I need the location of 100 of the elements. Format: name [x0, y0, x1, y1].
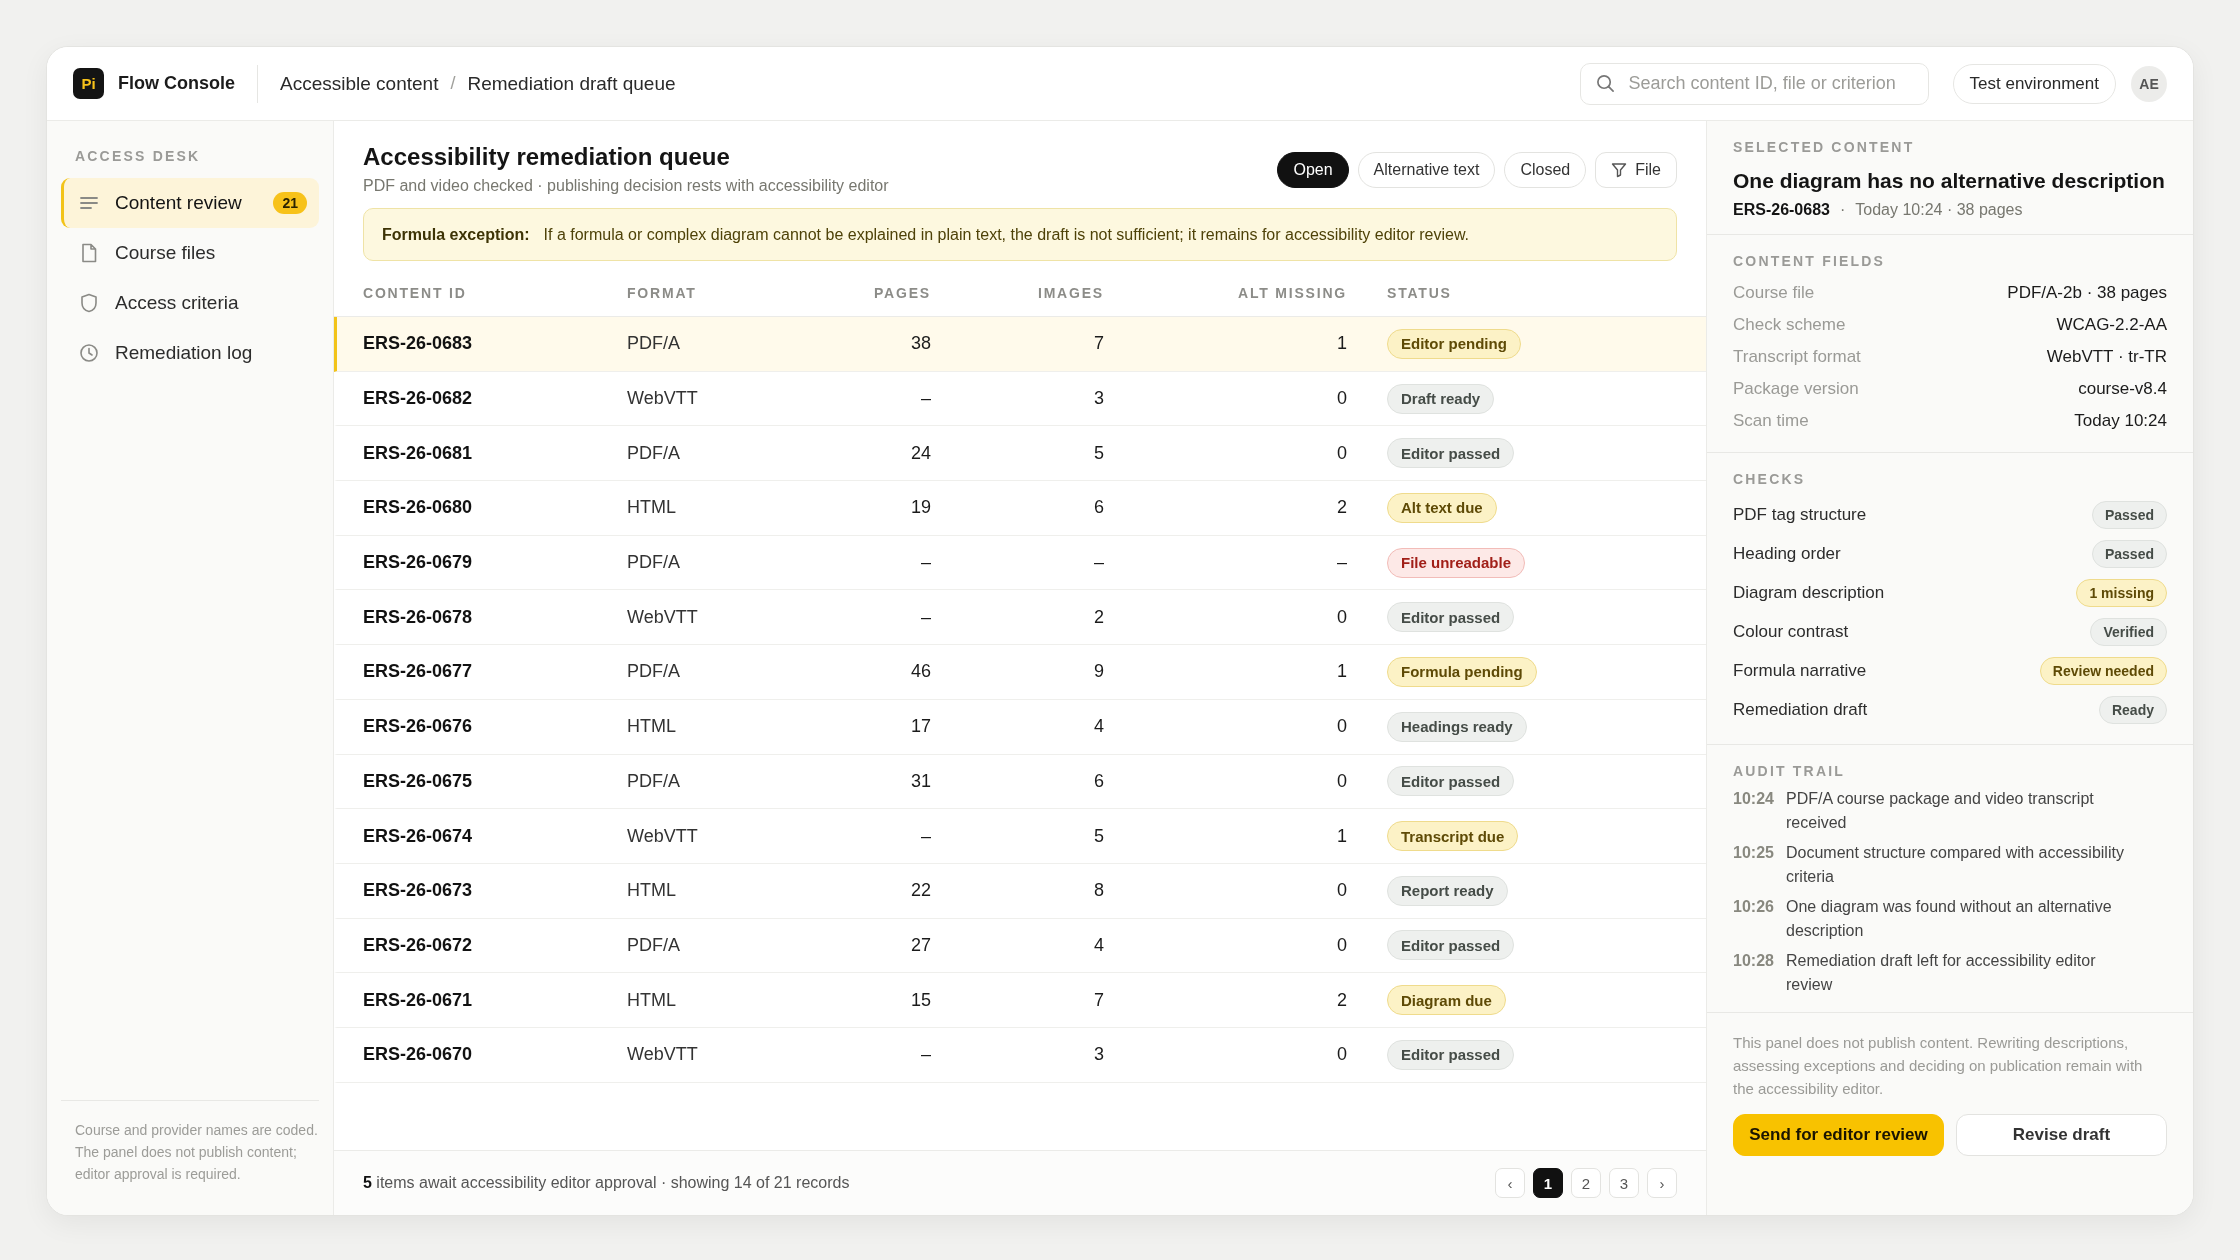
table-row[interactable]: ERS-26-0675 PDF/A 31 6 0 Editor passed	[334, 754, 1706, 810]
content-id: ERS-26-0676	[363, 716, 474, 738]
environment-button[interactable]: Test environment	[1952, 63, 2116, 104]
check-label: Heading order	[1733, 543, 1841, 564]
content-id: ERS-26-0675	[363, 770, 474, 792]
breadcrumb-item[interactable]: Accessible content	[280, 72, 439, 95]
alt-missing-cell-text: –	[1336, 552, 1347, 574]
status-badge: Verified	[2090, 617, 2167, 646]
format-cell-text: PDF/A	[627, 661, 681, 683]
field-value: course-v8.4	[2078, 379, 2167, 399]
table-row[interactable]: ERS-26-0672 PDF/A 27 4 0 Editor passed	[334, 918, 1706, 974]
format-cell-text: HTML	[627, 880, 677, 902]
audit-time: 10:25	[1733, 843, 1775, 863]
search-field[interactable]: Search content ID, file or criterion	[1579, 62, 1929, 105]
status-badge: Editor passed	[1387, 602, 1515, 633]
table-row[interactable]: ERS-26-0674 WebVTT – 5 1 Transcript due	[334, 809, 1706, 864]
audit-entry: PDF/A course package and video transcript received	[1786, 789, 2095, 833]
format-cell-text: PDF/A	[627, 552, 681, 574]
sidebar-item[interactable]: Content review 21	[61, 178, 319, 228]
alt-missing-cell-text: 0	[1336, 388, 1347, 410]
filter-tab[interactable]: Alternative text	[1357, 152, 1496, 188]
page-button[interactable]: 2	[1571, 1168, 1601, 1198]
pages-cell-text: –	[920, 606, 931, 628]
images-cell-text: 8	[1093, 880, 1104, 902]
field-label: Check scheme	[1733, 315, 1846, 335]
status-badge: Transcript due	[1387, 821, 1519, 852]
status-badge: Draft ready	[1387, 383, 1495, 414]
filter-tab[interactable]: Open	[1277, 152, 1349, 188]
pages-cell-text: –	[920, 1044, 931, 1066]
format-cell-text: PDF/A	[627, 770, 681, 792]
clock-icon	[78, 342, 100, 364]
pages-cell-text: 17	[909, 716, 931, 738]
alt-missing-cell-text: 0	[1336, 716, 1347, 738]
status-badge: Formula pending	[1387, 656, 1537, 687]
format-cell-text: HTML	[627, 497, 677, 519]
table-row[interactable]: ERS-26-0677 PDF/A 46 9 1 Formula pending	[334, 645, 1706, 700]
previous-page-button[interactable]: ‹	[1495, 1168, 1525, 1198]
content-id: ERS-26-0682	[363, 388, 474, 410]
audit-time: 10:24	[1733, 789, 1775, 809]
sidebar-item[interactable]: Remediation log	[61, 328, 319, 378]
table-row[interactable]: ERS-26-0680 HTML 19 6 2 Alt text due	[334, 481, 1706, 536]
alt-missing-cell-text: 0	[1336, 442, 1347, 464]
notice-text: If a formula or complex diagram cannot be explained in plain text, the draft is not sufficient; it remains for accessibility editor review.	[543, 225, 1470, 244]
content-id: ERS-26-0678	[363, 606, 474, 628]
images-cell-text: –	[1093, 552, 1104, 574]
check-label: PDF tag structure	[1733, 504, 1867, 525]
content-id: ERS-26-0671	[363, 989, 474, 1011]
table-row[interactable]: ERS-26-0683 PDF/A 38 7 1 Editor pending	[334, 317, 1706, 372]
detail-meta: Today 10:24 · 38 pages	[1855, 201, 2023, 219]
check-label: Remediation draft	[1733, 699, 1868, 720]
table-row[interactable]: ERS-26-0676 HTML 17 4 0 Headings ready	[334, 699, 1706, 755]
filter-button[interactable]: File	[1595, 152, 1677, 188]
filter-tab[interactable]: Closed	[1504, 152, 1587, 188]
field-value: Today 10:24	[2074, 411, 2167, 431]
column-header: ALT MISSING	[1237, 284, 1347, 301]
audit-time: 10:28	[1733, 951, 1775, 971]
page-title: Accessibility remediation queue	[363, 142, 731, 172]
action-button[interactable]: Revise draft	[1956, 1114, 2167, 1156]
next-page-button[interactable]: ›	[1647, 1168, 1677, 1198]
page-button[interactable]: 1	[1533, 1168, 1563, 1198]
table-row[interactable]: ERS-26-0678 WebVTT – 2 0 Editor passed	[334, 590, 1706, 646]
user-avatar[interactable]: AE	[2131, 65, 2167, 102]
format-cell-text: WebVTT	[627, 825, 699, 847]
audit-time: 10:26	[1733, 897, 1775, 917]
alt-missing-cell-text: 0	[1336, 770, 1347, 792]
sidebar-note: Course and provider names are coded. The panel does not publish content; editor approval is required.	[61, 1100, 319, 1215]
page-button[interactable]: 3	[1609, 1168, 1639, 1198]
table-row[interactable]: ERS-26-0679 PDF/A – – – File unreadable	[334, 535, 1706, 591]
status-badge: Diagram due	[1387, 985, 1506, 1016]
table-row[interactable]: ERS-26-0670 WebVTT – 3 0 Editor passed	[334, 1027, 1706, 1083]
table-row[interactable]: ERS-26-0673 HTML 22 8 0 Report ready	[334, 863, 1706, 919]
pages-cell-text: 31	[909, 770, 931, 792]
section-heading: AUDIT TRAIL	[1733, 763, 1847, 779]
images-cell-text: 4	[1093, 716, 1104, 738]
action-button[interactable]: Send for editor review	[1733, 1114, 1944, 1156]
table-row[interactable]: ERS-26-0681 PDF/A 24 5 0 Editor passed	[334, 426, 1706, 482]
page-subtitle: PDF and video checked · publishing decision rests with accessibility editor	[363, 177, 890, 195]
shield-icon	[78, 292, 100, 314]
breadcrumb-separator: /	[450, 73, 456, 94]
table-row[interactable]: ERS-26-0682 WebVTT – 3 0 Draft ready	[334, 371, 1706, 427]
format-cell-text: WebVTT	[627, 388, 699, 410]
check-label: Colour contrast	[1733, 621, 1849, 642]
sidebar-item[interactable]: Access criteria	[61, 278, 319, 328]
status-badge: Editor pending	[1387, 328, 1521, 359]
panel-note: This panel does not publish content. Rewriting descriptions, assessing exceptions and deciding on publication remain with the accessibility editor.	[1733, 1033, 2144, 1099]
alt-missing-cell-text: 1	[1336, 825, 1347, 847]
check-label: Diagram description	[1733, 582, 1885, 603]
field-label: Transcript format	[1733, 347, 1861, 367]
sidebar-item[interactable]: Course files	[61, 228, 319, 278]
images-cell-text: 6	[1093, 770, 1104, 792]
column-header: STATUS	[1386, 284, 1453, 301]
status-badge: 1 missing	[2076, 578, 2167, 607]
content-id: ERS-26-0683	[1733, 201, 1830, 219]
status-badge: Editor passed	[1387, 930, 1515, 961]
breadcrumb-item: Remediation draft queue	[467, 72, 676, 95]
status-badge: Report ready	[1387, 875, 1508, 906]
check-label: Formula narrative	[1733, 660, 1867, 681]
content-id: ERS-26-0673	[363, 880, 474, 902]
table-row[interactable]: ERS-26-0671 HTML 15 7 2 Diagram due	[334, 973, 1706, 1028]
format-cell-text: PDF/A	[627, 934, 681, 956]
